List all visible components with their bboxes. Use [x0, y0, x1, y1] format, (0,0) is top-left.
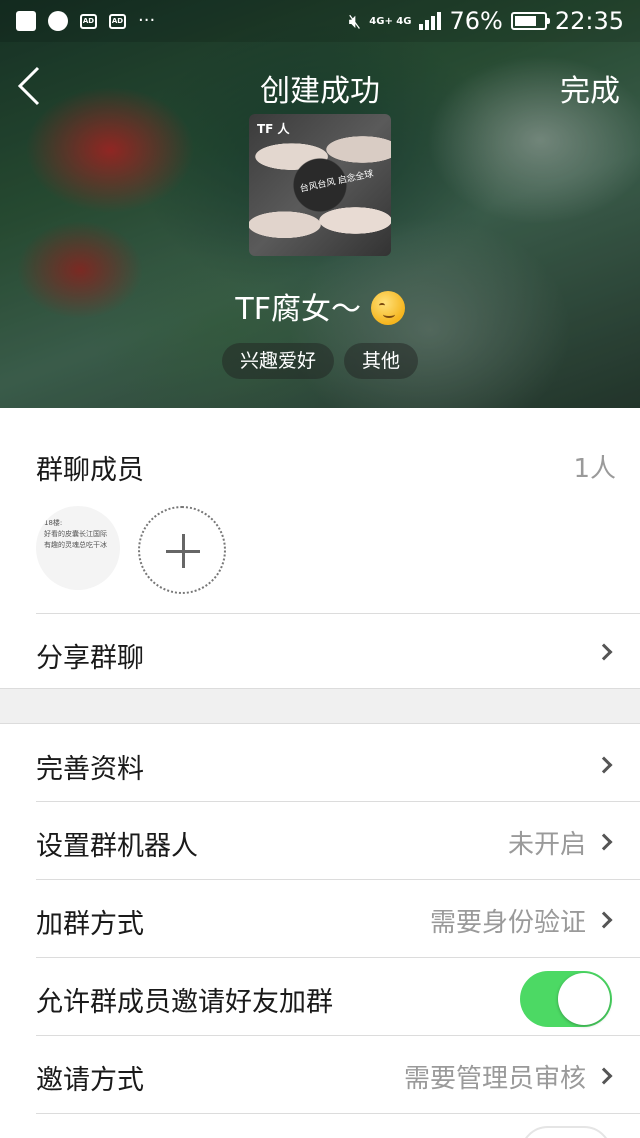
chevron-right-icon: [595, 1067, 613, 1085]
ad-notification-icon: AD: [80, 13, 97, 29]
setting-toggle[interactable]: [520, 1126, 612, 1138]
ad-notification-icon: AD: [109, 13, 126, 29]
group-avatar-text: 台风台风 启念全球: [299, 169, 375, 195]
chevron-right-icon: [595, 911, 613, 929]
row-label: 邀请方式: [36, 1065, 144, 1096]
chevron-right-icon: [595, 833, 613, 851]
share-group-row[interactable]: 分享群聊: [0, 614, 640, 688]
complete-profile-row[interactable]: 完善资料: [0, 725, 640, 803]
done-button[interactable]: 完成: [560, 66, 620, 110]
row-label: 分享群聊: [36, 643, 144, 674]
group-avatar-text: TF 人: [257, 122, 290, 136]
allow-invite-row: 允许群成员邀请好友加群: [0, 958, 640, 1036]
mute-icon: 🔇︎: [348, 9, 362, 33]
row-value: 需要管理员审核: [403, 1064, 586, 1094]
battery-icon: [510, 12, 550, 30]
group-name[interactable]: TF腐女～: [0, 284, 640, 328]
row-label: 加群方式: [36, 909, 144, 940]
signal-icon: [419, 12, 442, 30]
invite-method-row[interactable]: 邀请方式 需要管理员审核: [0, 1036, 640, 1114]
member-avatar-text: 好看的皮囊长江国际: [44, 530, 107, 538]
clock: 22:35: [554, 7, 624, 35]
notification-circle-icon: [48, 11, 68, 31]
group-robot-row[interactable]: 设置群机器人 未开启: [0, 802, 640, 880]
members-title: 群聊成员: [36, 455, 144, 486]
add-member-button[interactable]: [138, 506, 226, 594]
status-bar: AD AD ··· 🔇︎ 4G+ 4G 76% 22:35: [0, 0, 640, 42]
row-label: 完善资料: [36, 754, 144, 785]
member-avatar-text: 有趣的灵魂总吃干冰: [44, 541, 107, 549]
allow-invite-toggle[interactable]: [520, 971, 612, 1027]
group-tags: 兴趣爱好 其他: [0, 343, 640, 379]
member-avatar[interactable]: 18楼: 好看的皮囊长江国际 有趣的灵魂总吃干冰: [36, 506, 120, 590]
row-label: 设置群机器人: [36, 831, 198, 862]
section-gap: [0, 688, 640, 724]
page-title: 创建成功: [260, 74, 380, 109]
more-notifications-icon: ···: [138, 10, 156, 31]
members-count[interactable]: 1人: [573, 448, 616, 485]
battery-percent: 76%: [449, 7, 503, 35]
join-method-row[interactable]: 加群方式 需要身份验证: [0, 880, 640, 958]
group-avatar[interactable]: TF 人 台风台风 启念全球: [249, 114, 391, 256]
network-type-label: 4G+ 4G: [369, 15, 412, 27]
group-tag[interactable]: 兴趣爱好: [221, 343, 334, 379]
chevron-right-icon: [595, 756, 613, 774]
navigation-bar: 创建成功 完成: [0, 58, 640, 118]
group-tag[interactable]: 其他: [344, 343, 419, 379]
row-value: 需要身份验证: [429, 908, 586, 938]
next-setting-row[interactable]: [0, 1114, 640, 1138]
member-avatar-text: 18楼:: [44, 519, 63, 527]
smirk-emoji-icon: [370, 291, 405, 325]
notification-square-icon: [16, 11, 36, 31]
toggle-knob: [558, 973, 610, 1025]
row-label: 允许群成员邀请好友加群: [36, 987, 333, 1018]
members-section: 群聊成员 1人 18楼: 好看的皮囊长江国际 有趣的灵魂总吃干冰: [0, 408, 640, 614]
group-name-text: TF腐女～: [235, 292, 362, 327]
row-value: 未开启: [507, 830, 586, 860]
chevron-right-icon: [595, 643, 613, 661]
